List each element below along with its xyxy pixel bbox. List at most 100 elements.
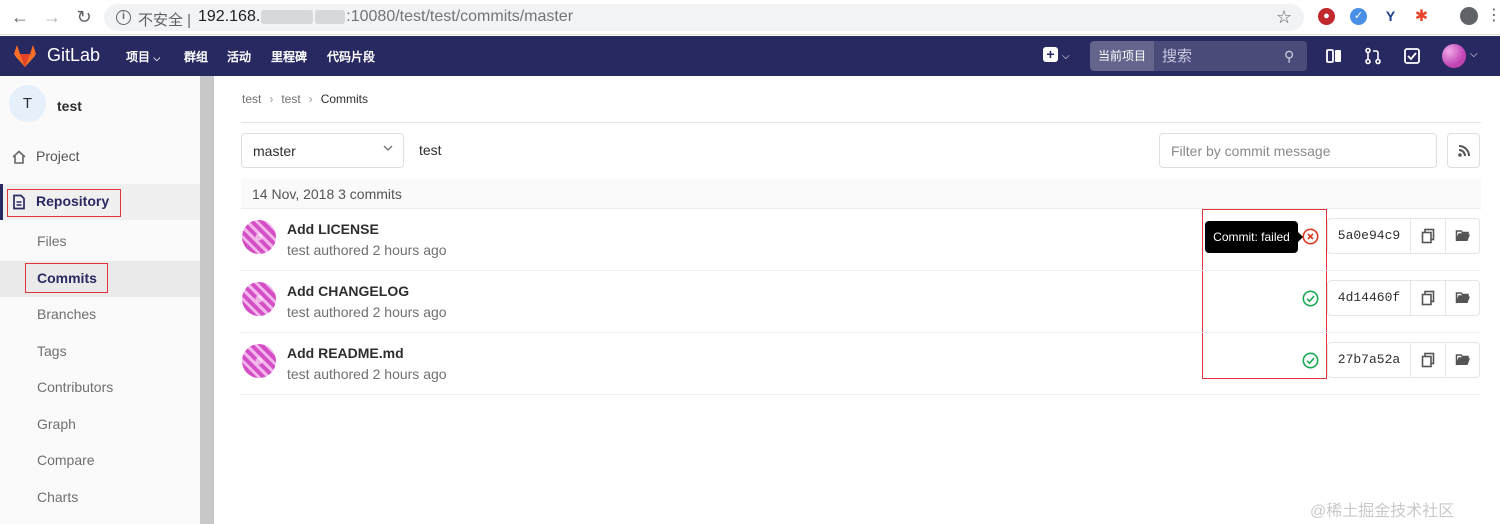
sidebar-subitem-files[interactable]: Files (0, 224, 200, 260)
new-dropdown[interactable]: + ⌵ (1043, 46, 1070, 64)
browser-menu-icon[interactable]: ⋮ (1486, 5, 1500, 25)
nav-activity[interactable]: 活动 (227, 48, 251, 65)
plus-icon: + (1043, 47, 1058, 62)
commit-title[interactable]: Add CHANGELOG (287, 283, 409, 299)
sidebar-subitem-label: Contributors (37, 379, 114, 395)
gitlab-logo-icon[interactable] (12, 43, 38, 69)
sidebar-item-project[interactable]: Project (0, 139, 200, 175)
sidebar-subitem-label: Charts (37, 489, 79, 505)
header-divider (241, 122, 1481, 123)
copy-icon (1421, 228, 1435, 244)
folder-open-icon (1455, 354, 1470, 366)
status-failed-icon[interactable] (1302, 228, 1319, 245)
commit-meta: test authored 2 hours ago (287, 366, 447, 382)
commit-row: Add CHANGELOG test authored 2 hours ago … (241, 271, 1481, 333)
sidebar-subitem-tags[interactable]: Tags (0, 334, 200, 370)
commit-meta: test authored 2 hours ago (287, 242, 447, 258)
author-avatar[interactable] (242, 220, 276, 254)
browse-files-button[interactable] (1446, 281, 1480, 315)
project-avatar[interactable]: T (9, 85, 46, 122)
bookmark-star-icon[interactable]: ☆ (1276, 7, 1292, 28)
sidebar-subitem-contributors[interactable]: Contributors (0, 370, 200, 406)
branch-dropdown[interactable]: master (241, 133, 404, 168)
breadcrumb-link[interactable]: test (242, 92, 261, 106)
project-name[interactable]: test (57, 98, 82, 114)
breadcrumb: test › test › Commits (242, 92, 368, 106)
search-box: 当前项目 ⚲ (1090, 41, 1307, 71)
chevron-down-icon[interactable]: ⌵ (1470, 49, 1478, 60)
breadcrumb-link[interactable]: test (281, 92, 300, 106)
breadcrumb-separator-icon: › (308, 92, 313, 106)
sidebar-subitem-label: Branches (37, 306, 97, 322)
address-bar[interactable]: i 不安全 | 192.168. :10080/test/test/commits… (104, 4, 1304, 31)
sidebar-subitem-compare[interactable]: Compare (0, 443, 200, 479)
search-input[interactable] (1162, 41, 1282, 71)
commit-sha-group: 4d14460f (1327, 280, 1480, 316)
sidebar-scrollbar[interactable] (200, 76, 214, 524)
reload-icon[interactable]: ↻ (72, 6, 96, 28)
nav-projects[interactable]: 项目 ⌵ (126, 48, 160, 65)
sidebar-subitem-branches[interactable]: Branches (0, 297, 200, 333)
extension-icon[interactable]: ✓ (1350, 8, 1367, 25)
annotation-box-commits (25, 263, 108, 293)
author-avatar[interactable] (242, 344, 276, 378)
breadcrumb-separator-icon: › (269, 92, 274, 106)
rss-feed-button[interactable] (1447, 133, 1480, 168)
copy-icon (1421, 290, 1435, 306)
gitlab-navbar: GitLab 项目 ⌵ 群组 活动 里程碑 代码片段 +⌵ 当前项目 ⚲ ⌵ (0, 36, 1500, 76)
extension-icon[interactable]: ✱ (1413, 8, 1430, 25)
author-avatar[interactable] (242, 282, 276, 316)
todos-check-icon[interactable] (1403, 47, 1421, 65)
back-arrow-icon[interactable]: ← (8, 6, 32, 28)
extension-icon[interactable]: ● (1318, 8, 1335, 25)
repository-path[interactable]: test (419, 142, 442, 158)
copy-sha-button[interactable] (1411, 281, 1446, 315)
commit-day-label: 14 Nov, 2018 3 commits (252, 186, 402, 202)
url-host: 192.168. (198, 8, 261, 25)
folder-open-icon (1455, 292, 1470, 304)
project-sidebar: T test Project Repository Files Commits … (0, 76, 214, 524)
commit-sha-button[interactable]: 5a0e94c9 (1328, 219, 1411, 253)
copy-sha-button[interactable] (1411, 219, 1446, 253)
watermark: @稀土掘金技术社区 (1310, 503, 1455, 520)
commit-row: Add README.md test authored 2 hours ago … (241, 333, 1481, 395)
nav-snippets[interactable]: 代码片段 (327, 48, 375, 65)
status-success-icon[interactable] (1302, 290, 1319, 307)
branch-dropdown-value: master (253, 143, 296, 159)
commit-sha-button[interactable]: 27b7a52a (1328, 343, 1411, 377)
url-path: :10080/test/test/commits/master (346, 8, 574, 25)
sidebar-subitem-charts[interactable]: Charts (0, 480, 200, 516)
commit-sha-button[interactable]: 4d14460f (1328, 281, 1411, 315)
commit-title[interactable]: Add LICENSE (287, 221, 379, 237)
sidebar-item-label: Project (36, 148, 80, 164)
insecure-label: 不安全 | (138, 12, 192, 29)
browser-account-icon[interactable] (1460, 7, 1478, 25)
commit-title[interactable]: Add README.md (287, 345, 404, 361)
nav-groups[interactable]: 群组 (184, 48, 208, 65)
info-icon[interactable]: i (116, 10, 131, 25)
nav-milestones[interactable]: 里程碑 (271, 48, 307, 65)
forward-arrow-icon[interactable]: → (40, 6, 64, 28)
sidebar-subitem-label: Files (37, 233, 67, 249)
browse-files-button[interactable] (1446, 219, 1480, 253)
search-scope[interactable]: 当前项目 (1090, 41, 1154, 71)
browse-files-button[interactable] (1446, 343, 1480, 377)
browser-toolbar: ← → ↻ i 不安全 | 192.168. :10080/test/test/c… (0, 0, 1500, 35)
gitlab-brand[interactable]: GitLab (47, 45, 100, 66)
sidebar-subitem-label: Tags (37, 343, 67, 359)
merge-request-icon[interactable] (1364, 47, 1382, 65)
user-avatar[interactable] (1442, 44, 1466, 68)
breadcrumb-current[interactable]: Commits (321, 92, 368, 106)
redacted-ip-block (315, 9, 346, 24)
extension-icon[interactable]: Y (1382, 8, 1399, 25)
todo-list-icon[interactable] (1325, 47, 1343, 65)
status-success-icon[interactable] (1302, 352, 1319, 369)
url-text: 192.168. :10080/test/test/commits/master (198, 8, 573, 26)
commit-filter-input[interactable] (1159, 133, 1437, 168)
chevron-down-icon: ⌵ (1062, 51, 1070, 62)
sidebar-subitem-graph[interactable]: Graph (0, 407, 200, 443)
status-tooltip: Commit: failed (1205, 221, 1303, 253)
copy-sha-button[interactable] (1411, 343, 1446, 377)
copy-icon (1421, 352, 1435, 368)
chevron-down-icon: ⌵ (153, 53, 161, 63)
